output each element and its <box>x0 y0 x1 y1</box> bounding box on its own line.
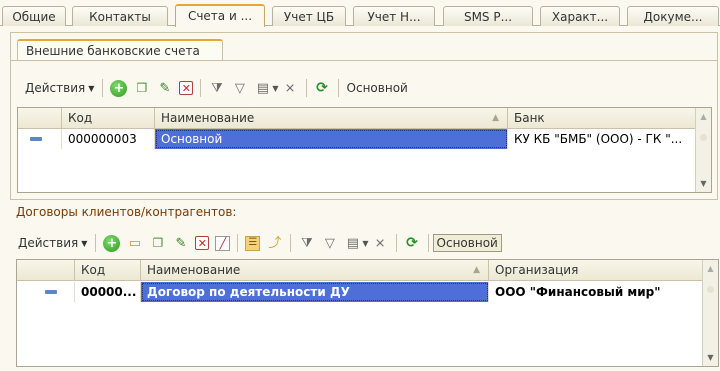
header-name-label: Наименование <box>147 263 241 277</box>
vertical-scrollbar[interactable]: ▲ ▼ <box>702 260 718 366</box>
chevron-down-icon: ▼ <box>88 83 95 93</box>
filter-history-icon[interactable]: ▤ <box>254 80 271 97</box>
row-status-icon <box>45 290 57 294</box>
header-name[interactable]: Наименование ▲ <box>155 108 508 129</box>
clear-filter-icon[interactable]: ⨯ <box>372 235 389 252</box>
actions-menu-button[interactable]: Действия ▼ <box>21 81 98 95</box>
add-icon[interactable]: + <box>110 79 128 97</box>
refresh-icon[interactable]: ⟳ <box>404 235 421 252</box>
toolbar-separator <box>395 234 397 252</box>
scroll-down-icon[interactable]: ▼ <box>696 179 711 188</box>
cell-name[interactable]: Основной <box>155 129 508 149</box>
toolbar-separator <box>237 234 239 252</box>
filter-by-value-icon[interactable]: ▽ <box>321 235 338 252</box>
header-marker <box>17 260 75 281</box>
row-marker <box>18 129 62 149</box>
vertical-scrollbar[interactable]: ▲ ▼ <box>695 108 711 192</box>
tab-securities[interactable]: Учет ЦБ <box>272 6 346 26</box>
header-code[interactable]: Код <box>75 260 141 281</box>
scroll-up-icon[interactable]: ▲ <box>696 112 711 121</box>
cell-code[interactable]: 000000003 <box>62 129 155 149</box>
header-bank[interactable]: Банк <box>508 108 698 129</box>
toolbar-separator <box>200 79 202 97</box>
tab-tax[interactable]: Учет Н... <box>353 6 435 26</box>
contracts-toolbar: Действия ▼ + ▭ ❐ ✎ ✕ ╱ ☰ ⤴ ⧩ ▽ ▤ ▼ ⨯ ⟳ О… <box>18 230 502 256</box>
hierarchy-view-icon[interactable]: ☰ <box>245 235 261 251</box>
set-main-button[interactable]: Основной <box>343 81 412 95</box>
form-tabs: Общие Контакты Счета и ... Учет ЦБ Учет … <box>0 0 720 27</box>
chevron-down-icon[interactable]: ▼ <box>272 84 278 93</box>
cell-name[interactable]: Договор по деятельности ДУ <box>141 282 489 302</box>
scroll-thumb[interactable] <box>707 286 714 293</box>
header-name-label: Наименование <box>161 111 255 125</box>
sort-ascending-icon: ▲ <box>492 113 499 123</box>
bank-accounts-table: Код Наименование ▲ Банк 000000003 Основн… <box>17 107 712 193</box>
actions-label: Действия <box>25 81 86 95</box>
refresh-icon[interactable]: ⟳ <box>314 80 331 97</box>
filter-settings-icon[interactable]: ⧩ <box>298 235 315 252</box>
toolbar-separator <box>305 79 307 97</box>
level-up-icon[interactable]: ⤴ <box>266 235 283 252</box>
toolbar-separator <box>95 234 97 252</box>
contracts-table: Код Наименование ▲ Организация 00000... … <box>16 259 719 367</box>
row-marker <box>17 282 75 302</box>
contracts-section-title: Договоры клиентов/контрагентов: <box>16 205 237 219</box>
cell-organization[interactable]: ООО "Финансовый мир" <box>489 282 703 302</box>
tab-external-bank-accounts[interactable]: Внешние банковские счета <box>17 39 223 61</box>
delete-icon[interactable]: ✕ <box>195 236 210 250</box>
edit-icon[interactable]: ✎ <box>156 80 173 97</box>
actions-menu-button[interactable]: Действия ▼ <box>18 236 91 250</box>
tab-characteristics[interactable]: Характ... <box>540 6 620 26</box>
header-organization[interactable]: Организация <box>489 260 703 281</box>
table-header: Код Наименование ▲ Банк <box>18 108 711 129</box>
scroll-up-icon[interactable]: ▲ <box>703 264 718 273</box>
add-folder-icon[interactable]: ▭ <box>126 235 143 252</box>
clear-filter-icon[interactable]: ⨯ <box>282 80 299 97</box>
mark-deletion-icon[interactable]: ╱ <box>215 235 231 251</box>
filter-settings-icon[interactable]: ⧩ <box>208 80 225 97</box>
tab-contacts[interactable]: Контакты <box>72 6 168 26</box>
chevron-down-icon: ▼ <box>81 238 88 248</box>
table-header: Код Наименование ▲ Организация <box>17 260 718 281</box>
cell-code[interactable]: 00000... <box>75 282 141 302</box>
sort-ascending-icon: ▲ <box>473 265 480 275</box>
cell-bank[interactable]: КУ КБ "БМБ" (ООО) - ГК "... <box>508 129 698 149</box>
actions-label: Действия <box>18 236 79 250</box>
toolbar-separator <box>427 234 429 252</box>
toolbar-separator <box>337 79 339 97</box>
bank-accounts-panel: Внешние банковские счета Действия ▼ + ❐ … <box>10 32 718 200</box>
toolbar-separator <box>290 234 292 252</box>
table-row[interactable]: 000000003 Основной КУ КБ "БМБ" (ООО) - Г… <box>18 129 711 149</box>
set-main-button[interactable]: Основной <box>432 234 502 252</box>
toolbar-separator <box>102 79 104 97</box>
copy-icon[interactable]: ❐ <box>149 235 166 252</box>
tab-general[interactable]: Общие <box>2 6 66 26</box>
subtab-divider <box>11 60 717 61</box>
tab-accounts[interactable]: Счета и ... <box>175 4 265 27</box>
add-icon[interactable]: + <box>103 234 121 252</box>
filter-history-icon[interactable]: ▤ <box>344 235 361 252</box>
tab-sms[interactable]: SMS Р... <box>443 6 533 26</box>
header-code[interactable]: Код <box>62 108 155 129</box>
delete-icon[interactable]: ✕ <box>179 81 194 95</box>
chevron-down-icon[interactable]: ▼ <box>362 239 368 248</box>
header-marker <box>18 108 62 129</box>
bank-accounts-toolbar: Действия ▼ + ❐ ✎ ✕ ⧩ ▽ ▤ ▼ ⨯ ⟳ Основной <box>21 75 412 101</box>
header-name[interactable]: Наименование ▲ <box>141 260 489 281</box>
filter-by-value-icon[interactable]: ▽ <box>231 80 248 97</box>
copy-icon[interactable]: ❐ <box>133 80 150 97</box>
tab-documents[interactable]: Докуме... <box>627 6 719 26</box>
scroll-down-icon[interactable]: ▼ <box>703 353 718 362</box>
table-row[interactable]: 00000... Договор по деятельности ДУ ООО … <box>17 282 718 302</box>
edit-icon[interactable]: ✎ <box>172 235 189 252</box>
row-status-icon <box>30 137 42 141</box>
scroll-thumb[interactable] <box>700 134 707 141</box>
